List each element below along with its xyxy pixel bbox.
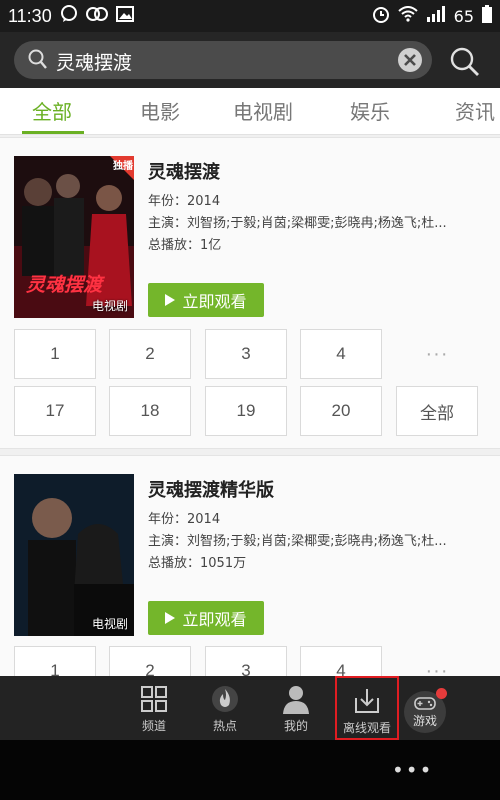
- search-bar: 灵魂摆渡: [0, 32, 500, 88]
- search-icon: [28, 49, 48, 75]
- rings-icon: [85, 5, 108, 28]
- result-plays: 总播放：1051万: [148, 556, 247, 571]
- result-plays: 总播放：1亿: [148, 238, 222, 253]
- poster-image[interactable]: 独播 灵魂摆渡 电视剧: [14, 156, 134, 318]
- battery-icon: [482, 5, 492, 27]
- image-icon: [115, 5, 134, 27]
- nav-mine-label: 我的: [283, 719, 308, 733]
- watch-now-button[interactable]: 立即观看: [148, 601, 264, 635]
- tab-tv[interactable]: 电视剧: [233, 96, 293, 125]
- alarm-icon: [372, 5, 390, 27]
- search-button[interactable]: [447, 44, 483, 80]
- play-icon: [165, 612, 176, 624]
- gamepad-icon: [414, 697, 436, 710]
- chat-bubble-icon: [60, 4, 78, 28]
- result-year: 年份：2014: [148, 194, 221, 209]
- episode-button[interactable]: 19: [205, 386, 287, 436]
- result-card: 独播 灵魂摆渡 电视剧 灵魂摆渡 年份：2014 主演：刘智扬;于毅;肖茵;梁椰…: [0, 137, 500, 449]
- grid-icon: [141, 686, 167, 712]
- active-tab-indicator: [22, 131, 84, 134]
- more-episodes-ellipsis[interactable]: ···: [396, 329, 478, 379]
- nav-hot-label: 热点: [212, 719, 237, 733]
- close-icon: [404, 54, 416, 66]
- person-icon: [283, 686, 309, 714]
- poster-badge: 独播: [113, 161, 133, 172]
- search-input[interactable]: 灵魂摆渡: [14, 41, 432, 79]
- nav-channels-label: 频道: [141, 719, 166, 733]
- bottom-nav: 频道 热点 我的 离线观看 游戏: [0, 676, 500, 740]
- episode-button[interactable]: 1: [14, 329, 96, 379]
- nav-mine[interactable]: 我的: [266, 676, 326, 740]
- result-card: 电视剧 灵魂摆渡精华版 年份：2014 主演：刘智扬;于毅;肖茵;梁椰雯;彭晓冉…: [0, 455, 500, 696]
- watch-now-button[interactable]: 立即观看: [148, 283, 264, 317]
- flame-icon: [212, 686, 238, 712]
- nav-offline-label: 离线观看: [342, 721, 391, 735]
- watch-now-label: 立即观看: [182, 292, 247, 311]
- category-tabs: 全部 电影 电视剧 娱乐 资讯: [0, 88, 500, 135]
- nav-channels[interactable]: 频道: [124, 676, 184, 740]
- all-episodes-button[interactable]: 全部: [396, 386, 478, 436]
- result-year: 年份：2014: [148, 512, 221, 527]
- nav-hot[interactable]: 热点: [195, 676, 255, 740]
- tab-movie[interactable]: 电影: [140, 96, 180, 125]
- episode-button[interactable]: 3: [205, 329, 287, 379]
- clear-search-button[interactable]: [398, 48, 422, 72]
- episode-button[interactable]: 2: [109, 329, 191, 379]
- watch-now-label: 立即观看: [182, 610, 247, 629]
- episode-button[interactable]: 18: [109, 386, 191, 436]
- result-cast: 主演：刘智扬;于毅;肖茵;梁椰雯;彭晓冉;杨逸飞;杜...: [148, 534, 447, 549]
- episode-button[interactable]: 4: [300, 329, 382, 379]
- poster-category-tag: 电视剧: [91, 617, 128, 631]
- episode-button[interactable]: 17: [14, 386, 96, 436]
- episode-button[interactable]: 20: [300, 386, 382, 436]
- tab-entertainment[interactable]: 娱乐: [350, 96, 390, 125]
- search-query: 灵魂摆渡: [56, 52, 133, 74]
- nav-offline[interactable]: 离线观看: [335, 676, 399, 740]
- battery-level: 65: [453, 6, 474, 26]
- poster-category-tag: 电视剧: [91, 299, 128, 313]
- result-cast: 主演：刘智扬;于毅;肖茵;梁椰雯;彭晓冉;杨逸飞;杜...: [148, 216, 447, 231]
- system-nav-bar: •••: [0, 740, 500, 800]
- poster-title-art: 灵魂摆渡: [26, 274, 103, 296]
- result-title[interactable]: 灵魂摆渡: [148, 158, 220, 184]
- result-title[interactable]: 灵魂摆渡精华版: [148, 476, 274, 502]
- status-time: 11:30: [8, 5, 52, 26]
- download-icon: [355, 689, 379, 713]
- play-icon: [165, 294, 176, 306]
- tab-all[interactable]: 全部: [32, 96, 72, 125]
- signal-icon: [426, 6, 446, 26]
- tab-news[interactable]: 资讯: [455, 96, 495, 125]
- notification-dot: [436, 688, 447, 699]
- menu-dots-icon[interactable]: •••: [392, 758, 433, 782]
- poster-image[interactable]: 电视剧: [14, 474, 134, 636]
- nav-games[interactable]: 游戏: [404, 688, 447, 733]
- status-bar: 11:30 65: [0, 0, 500, 32]
- wifi-icon: [397, 6, 418, 26]
- search-icon: [450, 47, 479, 76]
- nav-games-label: 游戏: [412, 714, 437, 728]
